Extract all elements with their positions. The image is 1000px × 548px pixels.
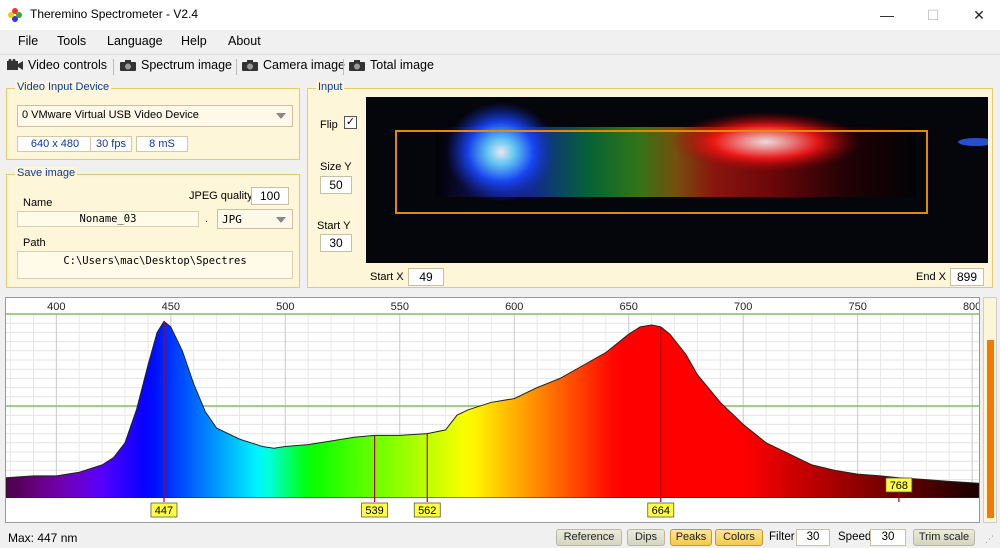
camera-image-label: Camera image xyxy=(263,58,345,72)
x-tick-label: 400 xyxy=(47,301,65,313)
spectrum-area xyxy=(5,320,980,499)
chevron-down-icon xyxy=(276,113,286,119)
peak-label: 539 xyxy=(365,505,383,517)
peaks-button[interactable]: Peaks xyxy=(670,529,712,546)
toolbar-separator xyxy=(343,59,344,75)
video-controls-label: Video controls xyxy=(28,58,107,72)
reference-button[interactable]: Reference xyxy=(556,529,622,546)
spectrum-image-label: Spectrum image xyxy=(141,58,233,72)
menu-about[interactable]: About xyxy=(228,34,261,48)
window-title: Theremino Spectrometer - V2.4 xyxy=(30,7,199,21)
chevron-down-icon xyxy=(276,217,286,223)
menu-file[interactable]: File xyxy=(18,34,38,48)
total-image-label: Total image xyxy=(370,58,434,72)
end-x-input[interactable]: 899 xyxy=(950,268,984,286)
max-readout: Max: 447 nm xyxy=(8,531,78,545)
size-y-label: Size Y xyxy=(320,161,352,173)
peak-label: 562 xyxy=(418,505,436,517)
video-input-panel: Video Input Device 0 VMware Virtual USB … xyxy=(6,81,300,160)
spectrum-chart-svg: 400 450 500 550 600 650 700 750 800 447 539 562 664 7… xyxy=(5,301,981,522)
peak-label: 664 xyxy=(652,505,670,517)
total-image-button[interactable]: Total image xyxy=(349,58,434,76)
menu-bar: File Tools Language Help About xyxy=(0,30,1000,54)
speed-input[interactable]: 30 xyxy=(870,529,906,546)
video-device-value: 0 VMware Virtual USB Video Device xyxy=(22,109,199,121)
start-x-input[interactable]: 49 xyxy=(408,268,444,286)
video-camera-icon xyxy=(7,59,23,70)
input-legend: Input xyxy=(316,81,345,93)
toolbar-separator xyxy=(236,59,237,75)
resolution-display: 640 x 480 xyxy=(17,136,93,152)
menu-tools[interactable]: Tools xyxy=(57,34,86,48)
camera-icon xyxy=(349,60,365,71)
jpeg-quality-input[interactable]: 100 xyxy=(251,187,289,205)
camera-icon xyxy=(120,60,136,71)
filter-label: Filter xyxy=(769,531,795,543)
close-button[interactable]: ✕ xyxy=(964,4,994,26)
fps-display: 30 fps xyxy=(90,136,132,152)
maximize-button[interactable]: ☐ xyxy=(918,4,948,26)
x-tick-label: 450 xyxy=(162,301,180,313)
jpeg-quality-label: JPEG quality xyxy=(189,190,253,202)
speed-label: Speed xyxy=(838,531,872,543)
camera-image-button[interactable]: Camera image xyxy=(242,58,345,76)
video-input-legend: Video Input Device xyxy=(15,81,112,93)
x-tick-label: 750 xyxy=(848,301,866,313)
start-y-label: Start Y xyxy=(317,220,351,232)
status-bar: Max: 447 nm Reference Dips Peaks Colors … xyxy=(0,526,1000,548)
save-image-panel: Save image Name JPEG quality 100 Noname_… xyxy=(6,167,300,288)
filter-input[interactable]: 30 xyxy=(796,529,830,546)
size-y-input[interactable]: 50 xyxy=(320,176,352,194)
level-meter-fill xyxy=(987,339,994,518)
flip-checkbox[interactable]: ✓ xyxy=(344,116,357,129)
x-tick-label: 800 xyxy=(963,301,979,313)
resize-grip-icon[interactable]: ⋰ xyxy=(985,534,994,545)
path-label: Path xyxy=(23,237,46,249)
x-tick-label: 650 xyxy=(620,301,638,313)
save-image-legend: Save image xyxy=(15,167,78,179)
toolbar: Video controls Spectrum image Camera ima… xyxy=(0,54,1000,78)
start-x-label: Start X xyxy=(370,271,404,283)
end-x-label: End X xyxy=(916,271,946,283)
video-controls-button[interactable]: Video controls xyxy=(7,58,107,76)
latency-display: 8 mS xyxy=(136,136,188,152)
peak-label: 768 xyxy=(890,480,908,492)
x-tick-label: 700 xyxy=(734,301,752,313)
peak-label: 447 xyxy=(155,505,173,517)
camera-spectrum-view[interactable] xyxy=(366,97,988,263)
colors-button[interactable]: Colors xyxy=(715,529,763,546)
level-meter xyxy=(983,297,997,523)
x-tick-label: 550 xyxy=(391,301,409,313)
start-y-input[interactable]: 30 xyxy=(320,234,352,252)
x-tick-label: 600 xyxy=(505,301,523,313)
flip-label: Flip xyxy=(320,119,338,131)
dips-button[interactable]: Dips xyxy=(627,529,665,546)
path-input[interactable]: C:\Users\mac\Desktop\Spectres xyxy=(17,251,293,279)
camera-icon xyxy=(242,60,258,71)
title-bar: Theremino Spectrometer - V2.4 — ☐ ✕ xyxy=(0,0,1000,30)
minimize-button[interactable]: — xyxy=(872,4,902,26)
menu-help[interactable]: Help xyxy=(181,34,207,48)
trim-scale-button[interactable]: Trim scale xyxy=(913,529,975,546)
name-label: Name xyxy=(23,197,53,209)
spectrum-chart[interactable]: 400 450 500 550 600 650 700 750 800 447 539 562 664 7… xyxy=(5,297,981,523)
file-name-input[interactable]: Noname_03 xyxy=(17,211,199,227)
format-value: JPG xyxy=(222,213,242,226)
menu-language[interactable]: Language xyxy=(107,34,163,48)
dot-label: . xyxy=(205,213,209,225)
x-tick-label: 500 xyxy=(276,301,294,313)
toolbar-separator xyxy=(113,59,114,75)
app-logo-icon xyxy=(8,8,22,22)
format-select[interactable]: JPG xyxy=(217,209,293,229)
camera-spectrum-image xyxy=(395,102,988,214)
video-device-select[interactable]: 0 VMware Virtual USB Video Device xyxy=(17,105,293,127)
spectrum-image-button[interactable]: Spectrum image xyxy=(120,58,232,76)
